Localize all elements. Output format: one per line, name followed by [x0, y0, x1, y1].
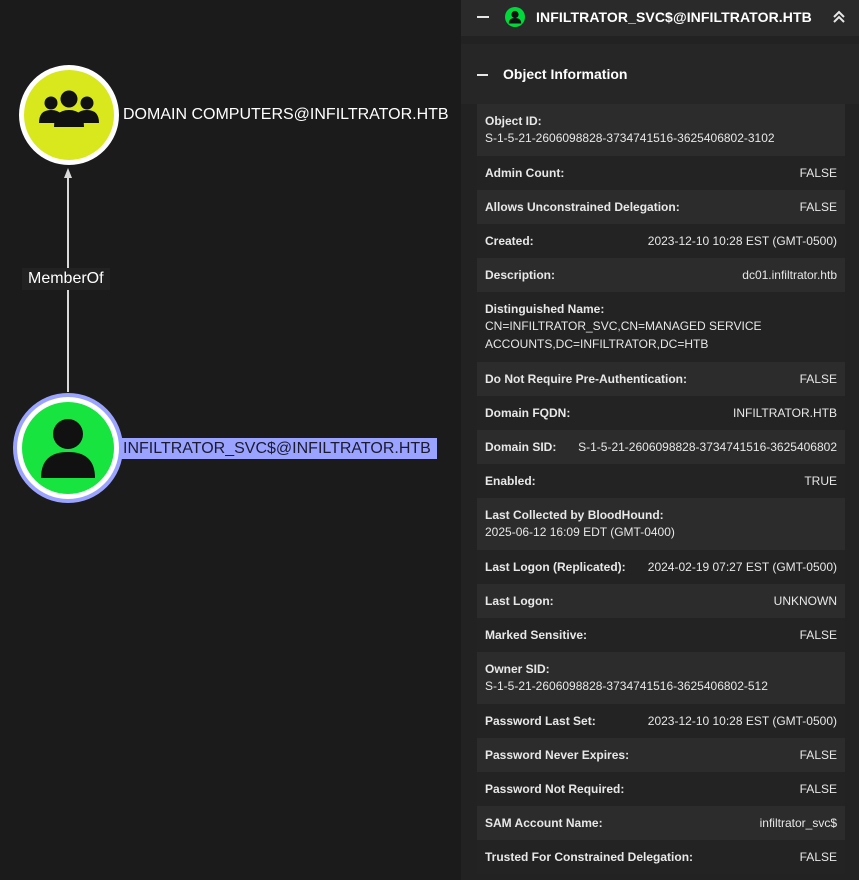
property-key: Do Not Require Pre-Authentication: [485, 372, 688, 386]
property-key: Object ID: [485, 114, 542, 128]
section-title: Object Information [503, 66, 628, 82]
property-row: Do Not Require Pre-Authentication: FALSE [477, 362, 845, 396]
property-key: Allows Unconstrained Delegation: [485, 200, 680, 214]
property-value: S-1-5-21-2606098828-3734741516-362540680… [578, 440, 837, 454]
property-key: Distinguished Name: [485, 302, 605, 316]
property-key: Domain SID: [485, 440, 557, 454]
property-key: SAM Account Name: [485, 816, 603, 830]
property-key: Enabled: [485, 474, 536, 488]
property-row: Created: 2023-12-10 10:28 EST (GMT-0500) [477, 224, 845, 258]
property-value: CN=INFILTRATOR_SVC,CN=MANAGED SERVICE AC… [485, 319, 762, 351]
property-row: Domain SID: S-1-5-21-2606098828-373474151… [477, 430, 845, 464]
property-key: Admin Count: [485, 166, 565, 180]
property-key: Marked Sensitive: [485, 628, 588, 642]
property-key: Domain FQDN: [485, 406, 571, 420]
property-key: Password Last Set: [485, 714, 596, 728]
property-row: Allows Unconstrained Delegation: FALSE [477, 190, 845, 224]
property-value: FALSE [799, 782, 837, 796]
node-domain-computers[interactable] [19, 65, 119, 165]
property-value: 2025-06-12 16:09 EDT (GMT-0400) [485, 525, 675, 539]
property-list: Object ID: S-1-5-21-2606098828-3734741516… [477, 104, 845, 874]
node-label-domain-computers[interactable]: DOMAIN COMPUTERS@INFILTRATOR.HTB [123, 106, 449, 124]
property-value: 2023-12-10 10:28 EST (GMT-0500) [647, 714, 837, 728]
property-key: Last Logon: [485, 594, 554, 608]
property-value: FALSE [799, 628, 837, 642]
property-value: FALSE [799, 372, 837, 386]
property-value: INFILTRATOR.HTB [732, 406, 837, 420]
property-row: Admin Count: FALSE [477, 156, 845, 190]
object-information-section-header[interactable]: Object Information [461, 44, 859, 104]
property-row: Password Never Expires: FALSE [477, 738, 845, 772]
node-infiltrator-svc[interactable] [13, 393, 123, 503]
property-key: Password Never Expires: [485, 748, 630, 762]
property-row: Description: dc01.infiltrator.htb [477, 258, 845, 292]
property-row: Distinguished Name: CN=INFILTRATOR_SVC,CN… [477, 292, 845, 362]
property-key: Trusted For Constrained Delegation: [485, 850, 694, 864]
collapse-all-icon[interactable] [831, 9, 847, 25]
property-row: Domain FQDN: INFILTRATOR.HTB [477, 396, 845, 430]
property-value: S-1-5-21-2606098828-3734741516-362540680… [485, 679, 768, 693]
property-row: Owner SID: S-1-5-21-2606098828-3734741516… [477, 652, 845, 704]
property-row: Marked Sensitive: FALSE [477, 618, 845, 652]
property-value: FALSE [799, 748, 837, 762]
property-row: Last Collected by BloodHound: 2025-06-12 … [477, 498, 845, 550]
property-value: S-1-5-21-2606098828-3734741516-362540680… [485, 131, 775, 145]
property-value: FALSE [799, 200, 837, 214]
property-value: infiltrator_svc$ [759, 816, 837, 830]
edge-label-memberof[interactable]: MemberOf [22, 268, 110, 290]
property-value: FALSE [799, 850, 837, 864]
property-key: Created: [485, 234, 534, 248]
property-row: Last Logon: UNKNOWN [477, 584, 845, 618]
property-key: Last Logon (Replicated): [485, 560, 626, 574]
property-row: SAM Account Name: infiltrator_svc$ [477, 806, 845, 840]
property-row: Password Last Set: 2023-12-10 10:28 EST (… [477, 704, 845, 738]
panel-header: INFILTRATOR_SVC$@INFILTRATOR.HTB [461, 0, 859, 36]
property-row: Object ID: S-1-5-21-2606098828-3734741516… [477, 104, 845, 156]
property-key: Description: [485, 268, 556, 282]
graph-canvas[interactable]: DOMAIN COMPUTERS@INFILTRATOR.HTB MemberO… [0, 0, 461, 880]
property-value: TRUE [804, 474, 837, 488]
node-label-infiltrator-svc[interactable]: INFILTRATOR_SVC$@INFILTRATOR.HTB [121, 438, 437, 459]
property-row: Password Not Required: FALSE [477, 772, 845, 806]
property-value: dc01.infiltrator.htb [742, 268, 837, 282]
edge-arrowhead [64, 168, 72, 178]
property-row: Last Logon (Replicated): 2024-02-19 07:27… [477, 550, 845, 584]
property-row: Enabled: TRUE [477, 464, 845, 498]
panel-title: INFILTRATOR_SVC$@INFILTRATOR.HTB [536, 9, 812, 25]
property-row: Trusted For Constrained Delegation: FALSE [477, 840, 845, 874]
property-value: FALSE [799, 166, 837, 180]
property-key: Password Not Required: [485, 782, 625, 796]
collapse-section-icon[interactable] [477, 74, 488, 76]
property-value: 2023-12-10 10:28 EST (GMT-0500) [647, 234, 837, 248]
property-key: Owner SID: [485, 662, 550, 676]
property-key: Last Collected by BloodHound: [485, 508, 664, 522]
entity-panel: INFILTRATOR_SVC$@INFILTRATOR.HTB Object … [461, 0, 859, 880]
minimize-panel-icon[interactable] [477, 16, 489, 18]
property-value: UNKNOWN [773, 594, 837, 608]
user-icon [505, 7, 525, 27]
property-value: 2024-02-19 07:27 EST (GMT-0500) [647, 560, 837, 574]
